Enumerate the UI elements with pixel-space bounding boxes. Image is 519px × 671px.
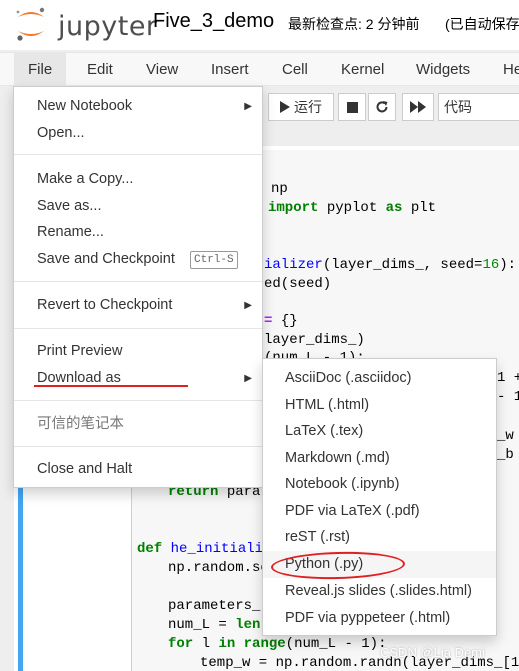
menu-item-label: New Notebook (37, 98, 133, 114)
menu-divider (14, 400, 262, 401)
jupyter-logo[interactable]: jupyter (14, 6, 157, 42)
code-line: num_L = len( (168, 617, 269, 633)
menu-item-label: Revert to Checkpoint (37, 297, 173, 313)
jupyter-logo-text: jupyter (58, 11, 158, 42)
code-line: parameters_ (168, 598, 261, 614)
menu-item-rename[interactable]: Rename... (14, 219, 262, 246)
code-line: _w (497, 428, 514, 444)
shortcut-badge: Ctrl-S (190, 251, 238, 269)
download-latex[interactable]: LaTeX (.tex) (263, 418, 496, 445)
annotation-underline (34, 385, 188, 387)
menu-divider (14, 446, 262, 447)
menu-widgets[interactable]: Widgets (402, 53, 484, 87)
menu-cell[interactable]: Cell (268, 53, 322, 87)
jupyter-notebook-window: jupyter Five_3_demo 最新检查点: 2 分钟前 (已自动保存 … (0, 0, 519, 671)
menu-divider (14, 154, 262, 155)
code-line: ed(seed) (264, 276, 332, 292)
code-line: layer_dims_) (264, 332, 365, 348)
code-line: np.random.se (168, 560, 269, 576)
restart-button[interactable] (368, 93, 396, 121)
menu-file[interactable]: File (14, 53, 67, 87)
download-rest[interactable]: reST (.rst) (263, 524, 496, 551)
menu-view[interactable]: View (132, 53, 192, 87)
code-line: _b (497, 447, 514, 463)
menu-insert[interactable]: Insert (197, 53, 263, 87)
menu-item-revert-checkpoint[interactable]: Revert to Checkpoint ▶ (14, 292, 262, 319)
menu-item-download-as[interactable]: Download as ▶ (14, 365, 262, 392)
code-line: def he_initiali (137, 541, 264, 557)
download-html[interactable]: HTML (.html) (263, 392, 496, 419)
download-pdf-pyppeteer[interactable]: PDF via pyppeteer (.html) (263, 605, 496, 632)
autosave-status: (已自动保存 (445, 16, 519, 32)
caret-right-icon: ▶ (244, 300, 252, 311)
menu-divider (14, 328, 262, 329)
menu-item-label: Download as (37, 370, 121, 386)
menu-item-make-copy[interactable]: Make a Copy... (14, 166, 262, 193)
code-line: 1 + (497, 370, 519, 386)
fast-forward-icon (410, 101, 418, 113)
menu-item-label: Save and Checkpoint (37, 251, 175, 267)
menubar: File Edit View Insert Cell Kernel Widget… (0, 52, 519, 87)
menu-item-close-halt[interactable]: Close and Halt (14, 456, 262, 483)
menu-edit[interactable]: Edit (73, 53, 127, 87)
menu-item-new-notebook[interactable]: New Notebook ▶ (14, 93, 262, 120)
menu-kernel[interactable]: Kernel (327, 53, 398, 87)
caret-right-icon: ▶ (244, 373, 252, 384)
code-line: - 1] (497, 389, 519, 405)
watermark: CSDN @Lia Demi (380, 645, 485, 660)
jupyter-logo-icon (16, 7, 45, 41)
restart-icon (376, 101, 388, 113)
code-line: import pyplot as plt (268, 200, 437, 216)
restart-run-all-button[interactable] (402, 93, 434, 121)
run-button-label: 运行 (294, 99, 322, 115)
fast-forward-icon-2 (418, 101, 426, 113)
menu-item-save-checkpoint[interactable]: Save and Checkpoint Ctrl-S (14, 246, 262, 273)
menu-item-print-preview[interactable]: Print Preview (14, 338, 262, 365)
menu-item-save-as[interactable]: Save as... (14, 193, 262, 220)
file-menu-dropdown: New Notebook ▶ Open... Make a Copy... Sa… (13, 86, 263, 488)
download-asciidoc[interactable]: AsciiDoc (.asciidoc) (263, 365, 496, 392)
download-notebook[interactable]: Notebook (.ipynb) (263, 471, 496, 498)
download-markdown[interactable]: Markdown (.md) (263, 445, 496, 472)
download-pdf-latex[interactable]: PDF via LaTeX (.pdf) (263, 498, 496, 525)
code-line: ializer(layer_dims_, seed=16): (264, 257, 517, 273)
caret-right-icon: ▶ (244, 101, 252, 112)
play-icon (280, 101, 290, 113)
code-line: np (271, 181, 288, 197)
menu-help[interactable]: He (489, 53, 519, 87)
stop-icon (346, 102, 358, 113)
code-line: for l in range(num_L - 1): (168, 636, 387, 652)
menu-item-trusted-notebook: 可信的笔记本 (37, 416, 124, 432)
menu-item-open[interactable]: Open... (14, 120, 262, 147)
checkpoint-status: 最新检查点: 2 分钟前 (288, 16, 420, 32)
header: jupyter Five_3_demo 最新检查点: 2 分钟前 (已自动保存 (0, 0, 519, 50)
download-reveal-slides[interactable]: Reveal.js slides (.slides.html) (263, 578, 496, 605)
interrupt-button[interactable] (338, 93, 366, 121)
download-as-submenu: AsciiDoc (.asciidoc) HTML (.html) LaTeX … (262, 358, 497, 636)
run-button[interactable]: 运行 (268, 93, 334, 121)
code-line: = {} (264, 313, 298, 329)
cell-type-select[interactable]: 代码 (438, 93, 519, 121)
notebook-title[interactable]: Five_3_demo (153, 10, 274, 33)
menu-divider (14, 281, 262, 282)
